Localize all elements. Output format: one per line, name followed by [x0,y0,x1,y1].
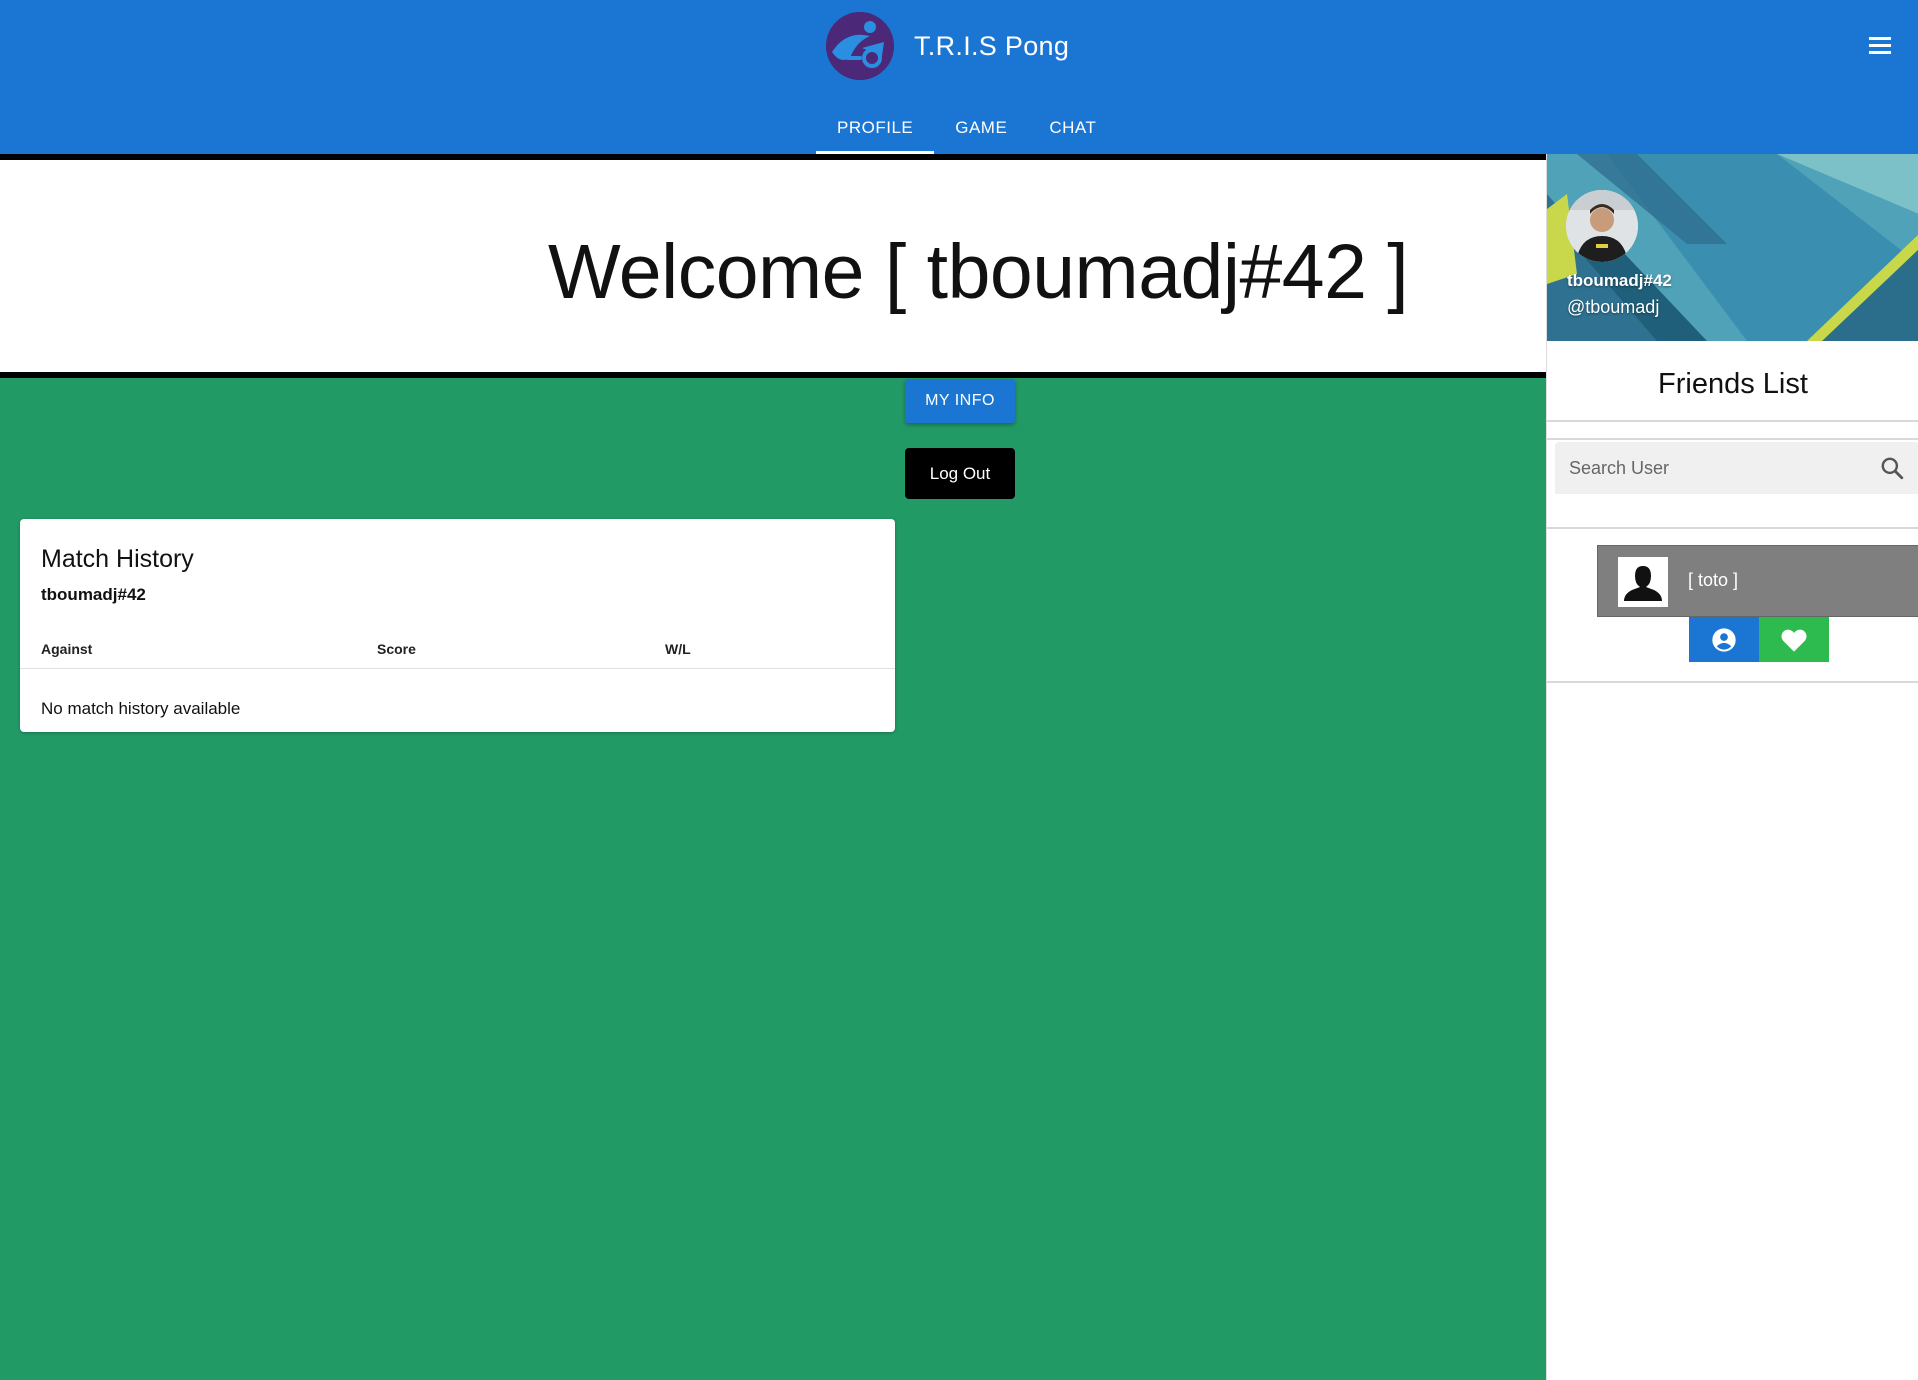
friend-actions [1689,617,1829,662]
friends-list-title: Friends List [1658,368,1808,400]
user-avatar[interactable] [1566,190,1638,262]
friend-name: [ toto ] [1688,570,1739,590]
tab-profile[interactable]: PROFILE [816,102,935,154]
search-icon[interactable] [1879,455,1905,481]
welcome-heading: Welcome [ tboumadj#42 ] [548,229,1409,315]
app-logo [826,12,894,80]
drawer-display-name: tboumadj#42 [1567,271,1672,290]
menu-icon [1869,37,1891,40]
logout-button[interactable]: Log Out [905,448,1015,499]
profile-banner: tboumadj#42 @tboumadj [1547,154,1918,341]
column-header-against: Against [41,641,93,657]
match-history-header: Against Score W/L [20,619,895,669]
friends-drawer: tboumadj#42 @tboumadj Friends List [ tot… [1546,154,1918,1380]
app-title: T.R.I.S Pong [914,30,1070,61]
ping-pong-logo-icon [826,12,894,80]
menu-icon-bar [1869,51,1891,54]
user-photo [1566,190,1638,262]
search-input[interactable] [1569,442,1859,494]
divider [1547,527,1918,529]
brand: T.R.I.S Pong [826,12,1069,80]
column-header-wl: W/L [665,641,691,657]
main-tabs: PROFILE GAME CHAT [816,102,1117,154]
match-history-username: tboumadj#42 [41,585,146,604]
friend-list-item[interactable]: [ toto ] [1597,545,1918,617]
search-user-field [1555,442,1918,494]
match-history-empty: No match history available [41,699,241,718]
drawer-handle: @tboumadj [1567,297,1660,317]
app-bar: T.R.I.S Pong PROFILE GAME CHAT [0,0,1918,154]
friend-avatar [1618,557,1668,607]
match-history-card: Match History tboumadj#42 Against Score … [20,519,895,732]
menu-icon-bar [1869,44,1891,47]
my-info-button[interactable]: MY INFO [905,379,1015,423]
divider [1547,681,1918,683]
account-circle-icon [1712,627,1736,652]
welcome-banner: Welcome [ tboumadj#42 ] [0,154,1546,378]
default-avatar-icon [1618,557,1668,607]
favorite-button[interactable] [1759,617,1829,662]
tab-chat[interactable]: CHAT [1028,102,1117,154]
match-history-title: Match History [41,545,194,573]
menu-button[interactable] [1866,33,1896,59]
tab-game[interactable]: GAME [934,102,1028,154]
divider [1547,438,1918,440]
heart-icon [1781,629,1807,652]
view-profile-button[interactable] [1689,617,1759,662]
divider [1547,420,1918,422]
column-header-score: Score [377,641,416,657]
